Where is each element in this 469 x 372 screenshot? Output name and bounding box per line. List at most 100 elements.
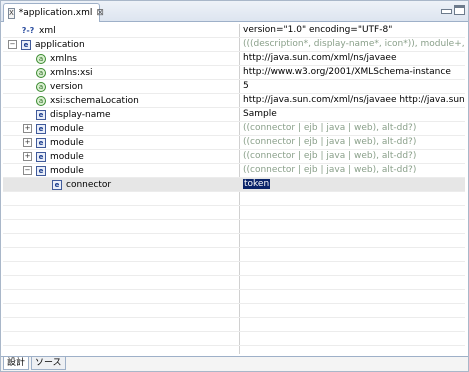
node-value-cell[interactable]: Sample <box>243 108 465 121</box>
node-value-cell[interactable]: http://www.w3.org/2001/XMLSchema-instanc… <box>243 66 465 79</box>
node-value: ((connector | ejb | java | web), alt-dd?… <box>243 165 417 175</box>
empty-row <box>3 290 465 304</box>
tree-node-cell[interactable]: ?-? xml <box>3 24 243 37</box>
tree-row[interactable]: − e module ((connector | ejb | java | web),… <box>3 164 465 178</box>
empty-row <box>3 220 465 234</box>
node-value-cell[interactable]: version="1.0" encoding="UTF-8" <box>243 24 465 37</box>
tree-row[interactable]: a xmlns:xsi http://www.w3.org/2001/XMLSche… <box>3 66 465 80</box>
processing-instruction-icon: ?-? <box>21 26 35 35</box>
editor-tab-title: *application.xml <box>18 8 93 18</box>
node-label: module <box>50 165 84 176</box>
value-editor-input[interactable]: token <box>243 179 271 189</box>
element-icon: e <box>52 179 62 190</box>
tree-row[interactable]: + e module ((connector | ejb | java | web),… <box>3 150 465 164</box>
node-value: (((description*, display-name*, icon*)),… <box>243 39 465 49</box>
node-label: xsi:schemaLocation <box>50 95 139 106</box>
tree-node-cell[interactable]: − e module <box>3 164 258 177</box>
tree-row[interactable]: + e module ((connector | ejb | java | web),… <box>3 122 465 136</box>
node-label: version <box>50 81 83 92</box>
editor-tab-bar: X *application.xml ⊠ <box>1 1 468 22</box>
tree-row[interactable]: a version 5 <box>3 80 465 94</box>
tree-row[interactable]: e display-name Sample <box>3 108 465 122</box>
node-value-cell[interactable]: ((connector | ejb | java | web), alt-dd?… <box>243 122 465 135</box>
tree-node-cell[interactable]: a xmlns:xsi <box>3 66 258 79</box>
element-icon: e <box>36 151 46 162</box>
tree-node-cell[interactable]: a xmlns <box>3 52 258 65</box>
node-value-cell[interactable]: ((connector | ejb | java | web), alt-dd?… <box>243 136 465 149</box>
tree-row[interactable]: + e module ((connector | ejb | java | web),… <box>3 136 465 150</box>
empty-row <box>3 304 465 318</box>
tree-row[interactable]: e connector token <box>3 178 465 192</box>
element-icon: e <box>36 165 46 176</box>
tree-row[interactable]: a xsi:schemaLocation http://java.sun.com/x… <box>3 94 465 108</box>
tree-node-cell[interactable]: a version <box>3 80 258 93</box>
node-value: ((connector | ejb | java | web), alt-dd?… <box>243 123 417 133</box>
attribute-icon: a <box>36 67 46 78</box>
tree-node-cell[interactable]: + e module <box>3 122 258 135</box>
element-icon: e <box>36 109 46 120</box>
tab-source[interactable]: ソース <box>31 357 66 370</box>
tree-row[interactable]: ?-? xml version="1.0" encoding="UTF-8" <box>3 24 465 38</box>
attribute-icon: a <box>36 81 46 92</box>
node-value: http://java.sun.com/xml/ns/javaee http:/… <box>243 95 465 105</box>
tree-row[interactable]: − e application (((description*, display-na… <box>3 38 465 52</box>
node-value-cell[interactable]: http://java.sun.com/xml/ns/javaee http:/… <box>243 94 465 107</box>
minimize-icon[interactable] <box>441 9 452 14</box>
editor-tab[interactable]: X *application.xml ⊠ <box>3 3 104 22</box>
empty-row <box>3 192 465 206</box>
attribute-icon: a <box>36 53 46 64</box>
xml-file-icon: X <box>8 7 15 19</box>
node-value: 5 <box>243 81 249 91</box>
node-label: connector <box>66 179 112 190</box>
tree-node-cell[interactable]: − e application <box>3 38 243 51</box>
node-value: version="1.0" encoding="UTF-8" <box>243 25 393 35</box>
node-label: module <box>50 123 84 134</box>
node-label: module <box>50 137 84 148</box>
empty-row <box>3 346 465 354</box>
tree-node-cell[interactable]: e display-name <box>3 108 258 121</box>
empty-row <box>3 248 465 262</box>
node-label: xml <box>39 25 56 36</box>
element-icon: e <box>36 137 46 148</box>
empty-row <box>3 332 465 346</box>
bottom-tab-bar: 設計 ソース <box>1 356 468 371</box>
expand-icon[interactable]: + <box>23 124 32 133</box>
node-value-cell[interactable]: token <box>243 178 465 191</box>
empty-row <box>3 318 465 332</box>
element-icon: e <box>21 39 31 50</box>
node-value: ((connector | ejb | java | web), alt-dd?… <box>243 137 417 147</box>
node-value: Sample <box>243 109 277 119</box>
tree-node-cell[interactable]: a xsi:schemaLocation <box>3 94 258 107</box>
node-label: xmlns <box>50 53 77 64</box>
empty-row <box>3 206 465 220</box>
collapse-icon[interactable]: − <box>23 166 32 175</box>
xml-tree-table: ?-? xml version="1.0" encoding="UTF-8" − e ap… <box>3 24 465 354</box>
maximize-icon[interactable] <box>454 5 465 15</box>
tree-node-cell[interactable]: + e module <box>3 150 258 163</box>
tab-design[interactable]: 設計 <box>3 357 30 370</box>
tree-node-cell[interactable]: + e module <box>3 136 258 149</box>
close-tab-icon[interactable]: ⊠ <box>96 8 104 18</box>
collapse-icon[interactable]: − <box>8 40 17 49</box>
node-label: display-name <box>50 109 111 120</box>
expand-icon[interactable]: + <box>23 152 32 161</box>
node-value-cell[interactable]: 5 <box>243 80 465 93</box>
node-value-cell[interactable]: (((description*, display-name*, icon*)),… <box>243 38 465 51</box>
empty-row <box>3 262 465 276</box>
node-label: application <box>35 39 85 50</box>
node-value: http://www.w3.org/2001/XMLSchema-instanc… <box>243 67 451 77</box>
node-value-cell[interactable]: http://java.sun.com/xml/ns/javaee <box>243 52 465 65</box>
node-label: module <box>50 151 84 162</box>
empty-row <box>3 234 465 248</box>
node-value-cell[interactable]: ((connector | ejb | java | web), alt-dd?… <box>243 164 465 177</box>
element-icon: e <box>36 123 46 134</box>
node-value-cell[interactable]: ((connector | ejb | java | web), alt-dd?… <box>243 150 465 163</box>
tree-row[interactable]: a xmlns http://java.sun.com/xml/ns/javaee <box>3 52 465 66</box>
tree-node-cell[interactable]: e connector <box>3 178 274 191</box>
expand-icon[interactable]: + <box>23 138 32 147</box>
node-value: http://java.sun.com/xml/ns/javaee <box>243 53 397 63</box>
node-value: ((connector | ejb | java | web), alt-dd?… <box>243 151 417 161</box>
attribute-icon: a <box>36 95 46 106</box>
empty-row <box>3 276 465 290</box>
node-label: xmlns:xsi <box>50 67 93 78</box>
